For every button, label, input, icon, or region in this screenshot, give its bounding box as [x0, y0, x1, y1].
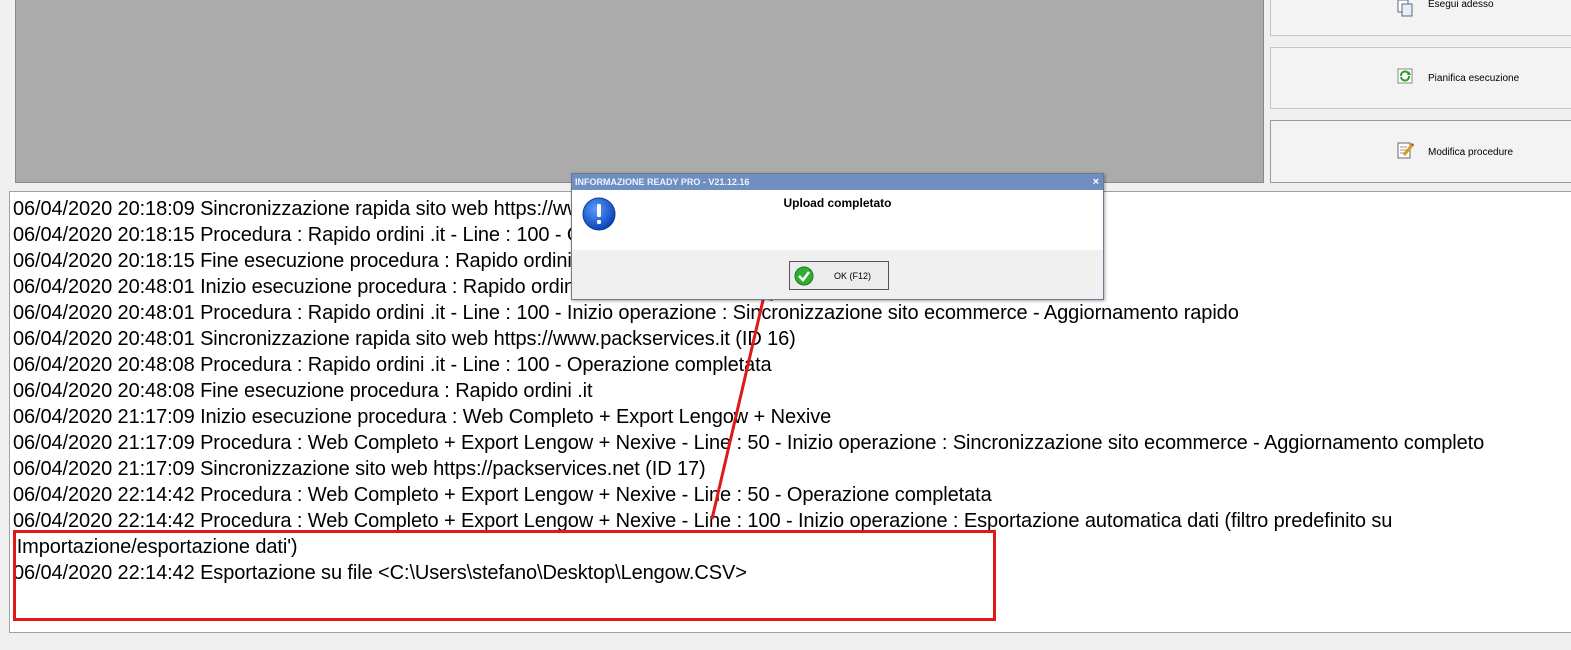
info-dialog: INFORMAZIONE READY PRO - V21.12.16 × Upl… [571, 173, 1104, 300]
ok-label: OK (F12) [834, 271, 872, 281]
log-line: 06/04/2020 20:48:01 Sincronizzazione rap… [13, 328, 796, 350]
log-line: 06/04/2020 21:17:09 Sincronizzazione sit… [13, 458, 706, 480]
highlight-annotation [13, 530, 996, 621]
edit-procedures-button[interactable]: Modifica procedure [1270, 120, 1571, 183]
edit-document-icon [1397, 142, 1415, 159]
log-line: 06/04/2020 20:48:01 Procedura : Rapido o… [13, 302, 1239, 324]
edit-procedures-label: Modifica procedure [1428, 147, 1514, 158]
refresh-icon [1397, 68, 1413, 84]
checkmark-icon [794, 266, 814, 286]
ok-button[interactable]: OK (F12) [789, 261, 889, 290]
dialog-message: Upload completato [783, 196, 892, 210]
dialog-title-bar: INFORMAZIONE READY PRO - V21.12.16 × [572, 174, 1103, 190]
run-now-label: Esegui adesso [1428, 0, 1494, 10]
log-line: 06/04/2020 20:48:08 Procedura : Rapido o… [13, 354, 772, 376]
log-line: 06/04/2020 21:17:09 Procedura : Web Comp… [13, 432, 1485, 454]
run-now-button[interactable]: Esegui adesso [1270, 0, 1571, 36]
schedule-button[interactable]: Pianifica esecuzione [1270, 47, 1571, 109]
close-icon[interactable]: × [1093, 174, 1099, 190]
log-line: 06/04/2020 21:17:09 Inizio esecuzione pr… [13, 406, 832, 428]
preview-panel [15, 0, 1264, 183]
log-line: 06/04/2020 22:14:42 Procedura : Web Comp… [13, 484, 992, 506]
copy-icon [1397, 0, 1413, 17]
log-line: 06/04/2020 20:48:08 Fine esecuzione proc… [13, 380, 593, 402]
dialog-body: Upload completato [572, 190, 1103, 250]
schedule-label: Pianifica esecuzione [1428, 73, 1520, 84]
dialog-title: INFORMAZIONE READY PRO - V21.12.16 [575, 177, 750, 187]
